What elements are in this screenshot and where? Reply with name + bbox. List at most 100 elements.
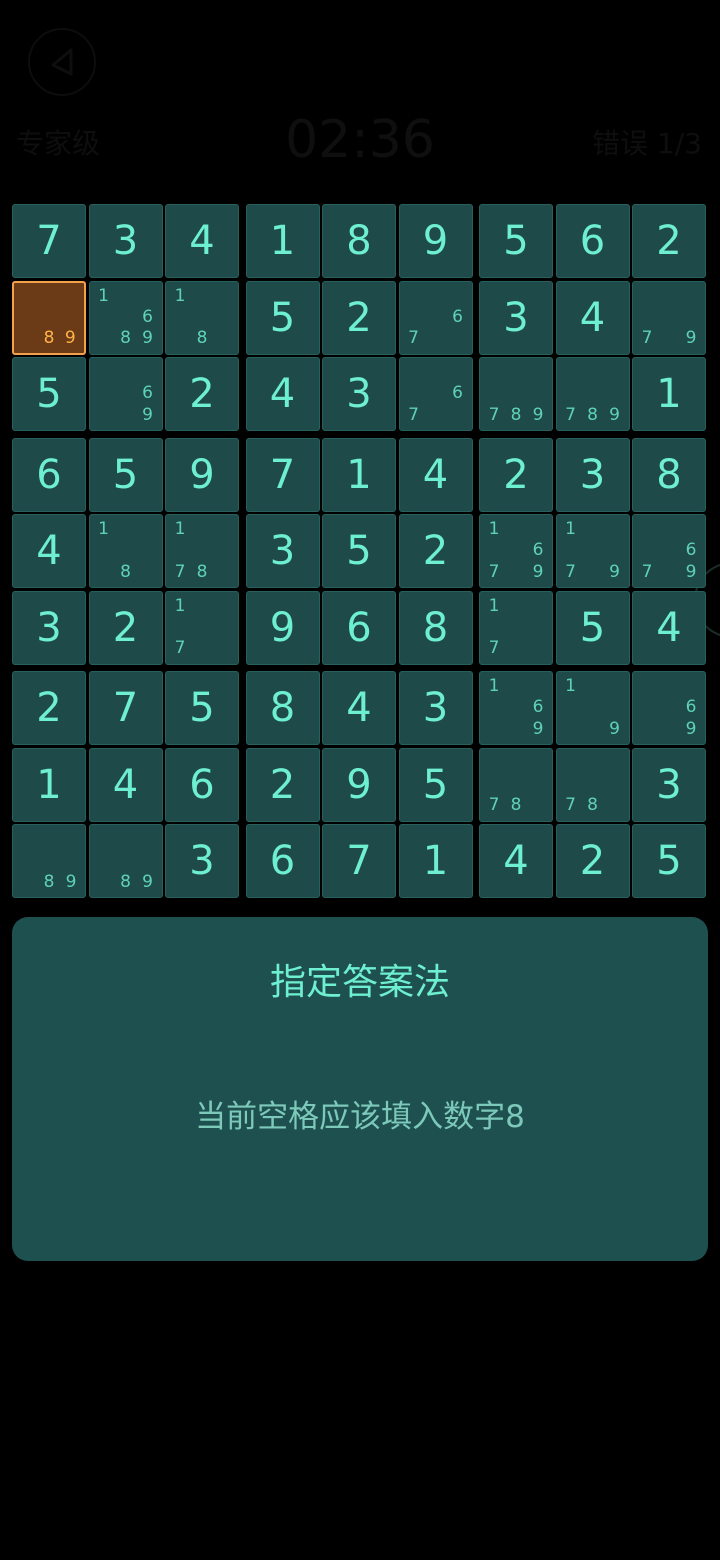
board-cell[interactable]: 2 bbox=[12, 671, 86, 745]
board-cell[interactable]: 1 bbox=[398, 824, 473, 898]
board-cell[interactable]: 9 bbox=[165, 437, 239, 512]
board-cell[interactable]: 89 bbox=[88, 824, 163, 898]
board-cell[interactable]: 1 bbox=[12, 747, 86, 822]
board-cell[interactable]: 1 bbox=[245, 204, 320, 278]
board-cell[interactable]: 789 bbox=[555, 357, 630, 431]
board-cell[interactable]: 7 bbox=[12, 204, 86, 278]
board-cell[interactable]: 4 bbox=[322, 671, 396, 745]
board-cell[interactable]: 6 bbox=[555, 204, 630, 278]
board-cell[interactable]: 2 bbox=[245, 747, 320, 822]
board-cell[interactable]: 789 bbox=[479, 357, 553, 431]
board-cell[interactable]: 5 bbox=[632, 824, 706, 898]
board-cell[interactable]: 5 bbox=[398, 747, 473, 822]
board-cell[interactable]: 6 bbox=[12, 437, 86, 512]
board-cell[interactable]: 3 bbox=[479, 280, 553, 355]
board-cell[interactable]: 5 bbox=[479, 204, 553, 278]
note-digit bbox=[582, 540, 604, 561]
board-cell[interactable]: 1 7 9 bbox=[555, 514, 630, 588]
board-cell[interactable]: 18 bbox=[88, 514, 163, 588]
board-cell[interactable]: 79 bbox=[632, 280, 706, 355]
board-cell[interactable]: 9 bbox=[398, 204, 473, 278]
board-cell[interactable]: 6 bbox=[245, 824, 320, 898]
cell-value: 5 bbox=[189, 685, 215, 731]
cell-notes: 69 bbox=[93, 362, 159, 426]
board-cell[interactable]: 3 bbox=[245, 514, 320, 588]
board-cell[interactable]: 17 bbox=[479, 590, 553, 665]
board-cell[interactable]: 8 bbox=[245, 671, 320, 745]
board-cell[interactable]: 3 bbox=[632, 747, 706, 822]
note-digit bbox=[213, 328, 235, 349]
board-cell[interactable]: 5 bbox=[555, 590, 630, 665]
board-cell[interactable]: 5 bbox=[322, 514, 396, 588]
board-cell[interactable]: 18 bbox=[165, 280, 239, 355]
note-digit bbox=[582, 362, 604, 383]
board-cell[interactable]: 7 bbox=[88, 671, 163, 745]
board-cell[interactable]: 2 bbox=[165, 357, 239, 431]
board-cell[interactable]: 1 bbox=[632, 357, 706, 431]
board-cell[interactable]: 9 bbox=[322, 747, 396, 822]
cell-value: 6 bbox=[269, 838, 296, 884]
board-cell[interactable]: 89 bbox=[12, 824, 86, 898]
board-cell[interactable]: 8 bbox=[632, 437, 706, 512]
board-cell[interactable]: 1679 bbox=[479, 514, 553, 588]
board-cell[interactable]: 67 bbox=[398, 357, 473, 431]
board-cell[interactable]: 17 bbox=[165, 590, 239, 665]
board-cell[interactable]: 1 78 bbox=[165, 514, 239, 588]
board-cell[interactable]: 7 bbox=[245, 437, 320, 512]
note-digit bbox=[582, 562, 604, 583]
board-cell[interactable]: 69 bbox=[632, 671, 706, 745]
board-cell[interactable]: 4 bbox=[245, 357, 320, 431]
board-cell[interactable]: 5 bbox=[165, 671, 239, 745]
board-cell[interactable]: 8 bbox=[322, 204, 396, 278]
board-cell[interactable]: 2 bbox=[88, 590, 163, 665]
board-cell[interactable]: 89 bbox=[12, 280, 86, 355]
note-digit bbox=[483, 774, 505, 795]
board-cell[interactable]: 4 bbox=[88, 747, 163, 822]
note-digit: 8 bbox=[510, 795, 522, 816]
note-digit bbox=[505, 676, 527, 697]
back-button[interactable] bbox=[28, 28, 96, 96]
note-digit bbox=[636, 676, 658, 697]
board-cell[interactable]: 5 bbox=[88, 437, 163, 512]
board-cell[interactable]: 3 bbox=[398, 671, 473, 745]
board-cell[interactable]: 4 bbox=[398, 437, 473, 512]
note-digit bbox=[191, 638, 213, 659]
board-cell[interactable]: 4 bbox=[479, 824, 553, 898]
board-cell[interactable]: 4 bbox=[12, 514, 86, 588]
note-digit: 7 bbox=[641, 561, 653, 582]
board-cell[interactable]: 2 bbox=[322, 280, 396, 355]
board-cell[interactable]: 5 bbox=[12, 357, 86, 431]
board-cell[interactable]: 6 bbox=[165, 747, 239, 822]
board-cell[interactable]: 2 bbox=[398, 514, 473, 588]
board-cell[interactable]: 3 bbox=[165, 824, 239, 898]
board-cell[interactable]: 4 bbox=[632, 590, 706, 665]
board-cell[interactable]: 67 bbox=[398, 280, 473, 355]
board-cell[interactable]: 1 bbox=[322, 437, 396, 512]
cell-value: 5 bbox=[36, 371, 62, 417]
board-cell[interactable]: 4 bbox=[555, 280, 630, 355]
board-cell[interactable]: 2 bbox=[632, 204, 706, 278]
board-cell[interactable]: 19 bbox=[555, 671, 630, 745]
board-cell[interactable]: 78 bbox=[555, 747, 630, 822]
board-cell[interactable]: 69 bbox=[88, 357, 163, 431]
board-cell[interactable]: 1 69 bbox=[479, 671, 553, 745]
board-cell[interactable]: 3 bbox=[88, 204, 163, 278]
board-cell[interactable]: 3 bbox=[555, 437, 630, 512]
board-cell[interactable]: 5 bbox=[245, 280, 320, 355]
board-cell[interactable]: 9 bbox=[245, 590, 320, 665]
board-cell[interactable]: 2 bbox=[479, 437, 553, 512]
board-cell[interactable]: 8 bbox=[398, 590, 473, 665]
cell-notes: 17 bbox=[483, 596, 549, 660]
board-cell[interactable]: 3 bbox=[12, 590, 86, 665]
board-cell[interactable]: 6 bbox=[322, 590, 396, 665]
board-cell[interactable]: 78 bbox=[479, 747, 553, 822]
board-cell[interactable]: 4 bbox=[165, 204, 239, 278]
board-cell[interactable]: 3 bbox=[322, 357, 396, 431]
board-cell[interactable]: 1689 bbox=[88, 280, 163, 355]
board-cell[interactable]: 2 bbox=[555, 824, 630, 898]
board-cell[interactable]: 6 7 9 bbox=[632, 514, 706, 588]
board-cell[interactable]: 7 bbox=[322, 824, 396, 898]
note-digit bbox=[115, 519, 137, 540]
note-digit bbox=[213, 307, 235, 328]
note-digit bbox=[60, 287, 81, 308]
